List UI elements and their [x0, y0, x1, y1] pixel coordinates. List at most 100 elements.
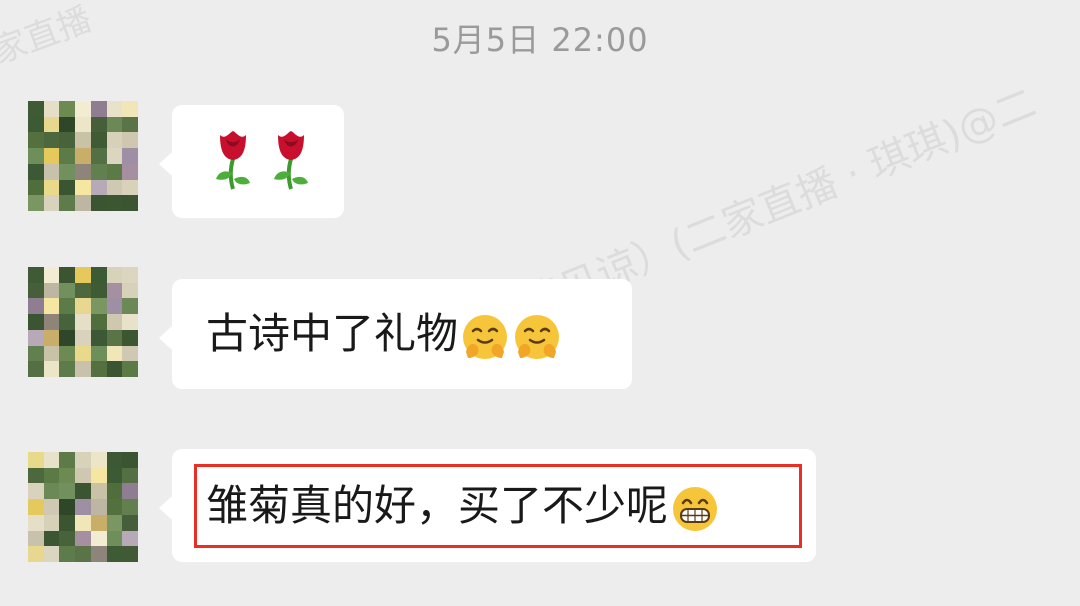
avatar-pixel	[75, 163, 91, 180]
message-text: 古诗中了礼物	[206, 309, 459, 358]
avatar-pixel	[122, 179, 138, 196]
avatar-pixel	[122, 116, 138, 133]
avatar-pixel	[28, 329, 44, 346]
avatar-pixel	[28, 499, 44, 515]
rose-icon	[216, 131, 250, 190]
avatar-pixel	[75, 483, 91, 500]
avatar-pixel	[43, 483, 60, 500]
avatar-pixel	[122, 483, 138, 500]
avatar-pixel	[122, 132, 138, 149]
avatar-pixel	[75, 361, 91, 377]
avatar[interactable]	[28, 267, 138, 377]
avatar-pixel	[106, 452, 123, 468]
avatar-pixel	[59, 163, 76, 180]
avatar-pixel	[59, 132, 76, 149]
avatar-pixel	[28, 514, 44, 531]
avatar-pixel	[75, 195, 91, 211]
avatar-pixel	[106, 530, 123, 547]
avatar-pixel	[90, 499, 107, 515]
avatar-pixel	[28, 179, 44, 196]
avatar-pixel	[90, 530, 107, 547]
avatar-pixel	[28, 452, 44, 468]
message-bubble[interactable]: 古诗中了礼物	[159, 279, 632, 389]
avatar-pixel	[43, 361, 60, 377]
avatar-pixel	[28, 148, 44, 164]
avatar-pixel	[59, 452, 76, 468]
avatar-pixel	[75, 514, 91, 531]
avatar-pixel	[59, 514, 76, 531]
avatar-pixel	[90, 282, 107, 299]
avatar-pixel	[106, 116, 123, 133]
avatar-pixel	[90, 195, 107, 211]
avatar-pixel	[75, 345, 91, 362]
avatar-pixel	[28, 345, 44, 362]
avatar-pixel	[106, 546, 123, 562]
highlight-box	[194, 464, 802, 548]
avatar[interactable]	[28, 452, 138, 562]
avatar-pixel	[59, 282, 76, 299]
avatar-pixel	[122, 148, 138, 164]
avatar-pixel	[90, 546, 107, 562]
avatar-pixel	[28, 267, 44, 283]
avatar-pixel	[28, 195, 44, 211]
avatar-pixel	[106, 345, 123, 362]
avatar-pixel	[122, 499, 138, 515]
avatar-pixel	[43, 546, 60, 562]
avatar-pixel	[59, 148, 76, 164]
avatar[interactable]	[28, 101, 138, 211]
avatar-pixel	[28, 132, 44, 149]
avatar-pixel	[43, 267, 60, 283]
avatar-pixel	[75, 148, 91, 164]
avatar-pixel	[122, 329, 138, 346]
avatar-pixel	[43, 314, 60, 330]
avatar-pixel	[106, 195, 123, 211]
avatar-pixel	[28, 101, 44, 117]
avatar-pixel	[43, 345, 60, 362]
avatar-pixel	[90, 148, 107, 164]
avatar-pixel	[75, 499, 91, 515]
avatar-pixel	[90, 345, 107, 362]
avatar-pixel	[75, 467, 91, 484]
avatar-pixel	[122, 467, 138, 484]
avatar-pixel	[122, 546, 138, 562]
avatar-pixel	[28, 116, 44, 133]
message-bubble[interactable]	[159, 105, 344, 218]
avatar-pixel	[106, 179, 123, 196]
avatar-pixel	[43, 499, 60, 515]
avatar-pixel	[28, 530, 44, 547]
avatar-pixel	[59, 179, 76, 196]
avatar-pixel	[43, 148, 60, 164]
avatar-pixel	[59, 298, 76, 315]
avatar-pixel	[90, 452, 107, 468]
avatar-pixel	[75, 282, 91, 299]
avatar-pixel	[43, 329, 60, 346]
avatar-pixel	[75, 452, 91, 468]
avatar-pixel	[75, 298, 91, 315]
avatar-pixel	[106, 483, 123, 500]
avatar-pixel	[122, 195, 138, 211]
avatar-pixel	[90, 101, 107, 117]
avatar-pixel	[28, 282, 44, 299]
avatar-pixel	[59, 329, 76, 346]
avatar-pixel	[122, 267, 138, 283]
avatar-pixel	[43, 298, 60, 315]
avatar-pixel	[122, 298, 138, 315]
avatar-pixel	[122, 514, 138, 531]
avatar-pixel	[59, 499, 76, 515]
avatar-pixel	[43, 195, 60, 211]
avatar-pixel	[122, 530, 138, 547]
avatar-pixel	[59, 483, 76, 500]
avatar-pixel	[90, 483, 107, 500]
avatar-pixel	[59, 195, 76, 211]
avatar-pixel	[43, 514, 60, 531]
avatar-pixel	[122, 314, 138, 330]
avatar-pixel	[90, 163, 107, 180]
avatar-pixel	[28, 298, 44, 315]
avatar-pixel	[122, 345, 138, 362]
avatar-pixel	[106, 361, 123, 377]
avatar-pixel	[106, 148, 123, 164]
avatar-pixel	[106, 298, 123, 315]
avatar-pixel	[90, 361, 107, 377]
avatar-pixel	[28, 467, 44, 484]
avatar-pixel	[43, 179, 60, 196]
